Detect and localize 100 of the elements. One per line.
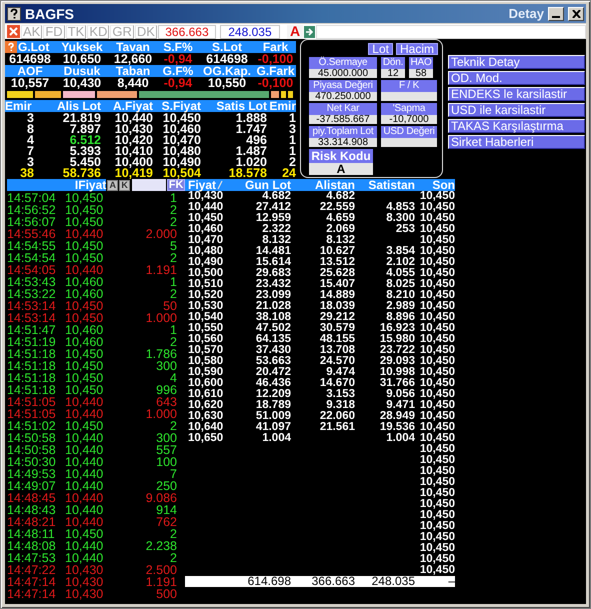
table-cell-text: 12.209 <box>254 389 291 400</box>
unit-button[interactable]: Lot <box>368 43 393 55</box>
trade-price: 10,450 <box>65 216 104 228</box>
table-cell-text: 1.004 <box>385 433 415 444</box>
toolbar-tab[interactable]: TK <box>66 24 86 38</box>
table-cell-text: 13.708 <box>318 345 355 356</box>
trade-lot: 500 <box>155 588 177 600</box>
total-cell-text: 58.736 <box>62 167 101 179</box>
filter-button[interactable]: FK <box>167 179 185 191</box>
column-header: Emir <box>5 100 33 112</box>
table-cell-text: 10,450 <box>418 455 455 466</box>
table-cell-text: 29.683 <box>254 268 291 279</box>
trade-lot: 643 <box>155 396 177 408</box>
table-cell-text: 7.897 <box>70 123 101 135</box>
close-button[interactable] <box>568 6 584 20</box>
trade-lot: 2 <box>169 336 177 348</box>
trade-price: 10,450 <box>65 312 104 324</box>
trade-time: 14:51:05 <box>7 408 57 420</box>
total-cell-text: 38 <box>19 167 34 179</box>
minimize-button[interactable] <box>548 6 564 20</box>
column-header: Satistan <box>367 179 415 191</box>
trade-lot: 762 <box>155 516 177 528</box>
table-cell-text: 18.789 <box>254 400 291 411</box>
table-cell-text: 10,450 <box>418 422 455 433</box>
table-cell-text: 12.959 <box>254 213 291 224</box>
table-cell-text: 10,450 <box>418 444 455 455</box>
table-cell-text: 15.980 <box>378 334 415 345</box>
table-cell-text: 14.481 <box>254 246 291 257</box>
toolbar-tab[interactable]: AK <box>21 24 42 38</box>
table-cell-text: 4.682 <box>261 191 291 202</box>
table-cell-text: 5.450 <box>70 156 101 168</box>
action-button[interactable]: OD. Mod. <box>448 71 585 85</box>
table-cell-text: 7 <box>26 145 34 157</box>
trade-price: 10,450 <box>65 252 104 264</box>
close-icon <box>572 10 580 18</box>
trade-time: 14:51:18 <box>7 384 57 396</box>
total-cell-text: 18.578 <box>228 167 267 179</box>
table-cell-text: 10,590 <box>188 367 224 378</box>
action-button[interactable]: Teknik Detay <box>448 55 585 69</box>
trade-price: 10,430 <box>65 564 104 576</box>
trade-lot: 557 <box>155 444 177 456</box>
trade-lot: 1 <box>169 276 177 288</box>
action-button[interactable]: ENDEKS le karsilastir <box>448 87 585 101</box>
close-icon[interactable] <box>7 25 20 38</box>
table-cell-text: 10,430 <box>114 123 153 135</box>
table-cell-text: 2 <box>289 156 296 168</box>
action-button[interactable]: Sirket Haberleri <box>448 135 585 149</box>
help-icon[interactable] <box>7 6 21 20</box>
table-cell-text: 10,450 <box>418 257 455 268</box>
trade-lot: 7 <box>169 468 177 480</box>
field-value: -10,7000 <box>381 115 437 124</box>
sort-icon[interactable] <box>217 180 224 190</box>
trade-time: 14:50:58 <box>7 444 57 456</box>
table-cell-text: 10,460 <box>162 123 201 135</box>
table-cell-text: 9.056 <box>385 389 415 400</box>
table-cell-text: 10,450 <box>418 543 455 554</box>
trade-time: 14:53:14 <box>7 300 57 312</box>
summary-value: 10,557 <box>10 77 50 89</box>
table-cell-text: 10.998 <box>378 367 415 378</box>
toolbar-tab[interactable]: DK <box>134 24 157 38</box>
table-cell-text: 10,610 <box>188 389 224 400</box>
column-header: Yuksek <box>60 41 104 53</box>
trade-price: 10,450 <box>65 384 104 396</box>
field-value: A <box>309 163 373 175</box>
toolbar-tab[interactable]: FD <box>43 24 65 38</box>
input-field[interactable] <box>316 24 586 38</box>
summary-value: -0,94 <box>162 77 194 89</box>
trade-time: 14:56:52 <box>7 204 57 216</box>
filter-button[interactable]: A <box>107 180 118 190</box>
trade-time: 14:53:22 <box>7 288 57 300</box>
toolbar-tab[interactable]: KD <box>87 24 110 38</box>
trade-price: 10,440 <box>65 468 104 480</box>
table-cell-text: 10,450 <box>418 532 455 543</box>
table-cell-text: 10,520 <box>188 290 224 301</box>
trade-time: 14:53:43 <box>7 276 57 288</box>
table-cell-text: 10,540 <box>188 312 224 323</box>
table-cell-text: 21.561 <box>318 422 355 433</box>
table-cell-text: 2.989 <box>385 301 415 312</box>
trade-lot: 1.191 <box>144 576 177 588</box>
summary-value: 12,660 <box>112 53 154 65</box>
trade-time: 14:48:45 <box>7 492 57 504</box>
column-header: Satis Lot <box>215 100 267 112</box>
toolbar-tab[interactable]: GR <box>110 24 134 38</box>
filter-button[interactable]: K <box>119 180 130 190</box>
trade-time: 14:47:53 <box>7 552 57 564</box>
table-cell-text: 46.436 <box>254 378 291 389</box>
table-cell-text: 10,450 <box>418 268 455 279</box>
filter-field[interactable] <box>132 179 166 191</box>
table-cell-text: 30.579 <box>318 323 355 334</box>
trade-price: 10,440 <box>65 408 104 420</box>
mode-button[interactable]: A <box>286 24 304 38</box>
table-cell-text: 10,640 <box>188 422 224 433</box>
table-cell-text: 10,450 <box>418 224 455 235</box>
unit-button[interactable]: Hacim <box>396 43 438 55</box>
table-cell-text: 10,450 <box>418 356 455 367</box>
action-button[interactable]: USD ile karsilastir <box>448 103 585 117</box>
trade-time: 14:47:22 <box>7 564 57 576</box>
table-cell-text: 8.896 <box>385 312 415 323</box>
action-button[interactable]: TAKAS Karşılaştırma <box>448 119 585 133</box>
arrow-icon[interactable] <box>304 26 316 38</box>
